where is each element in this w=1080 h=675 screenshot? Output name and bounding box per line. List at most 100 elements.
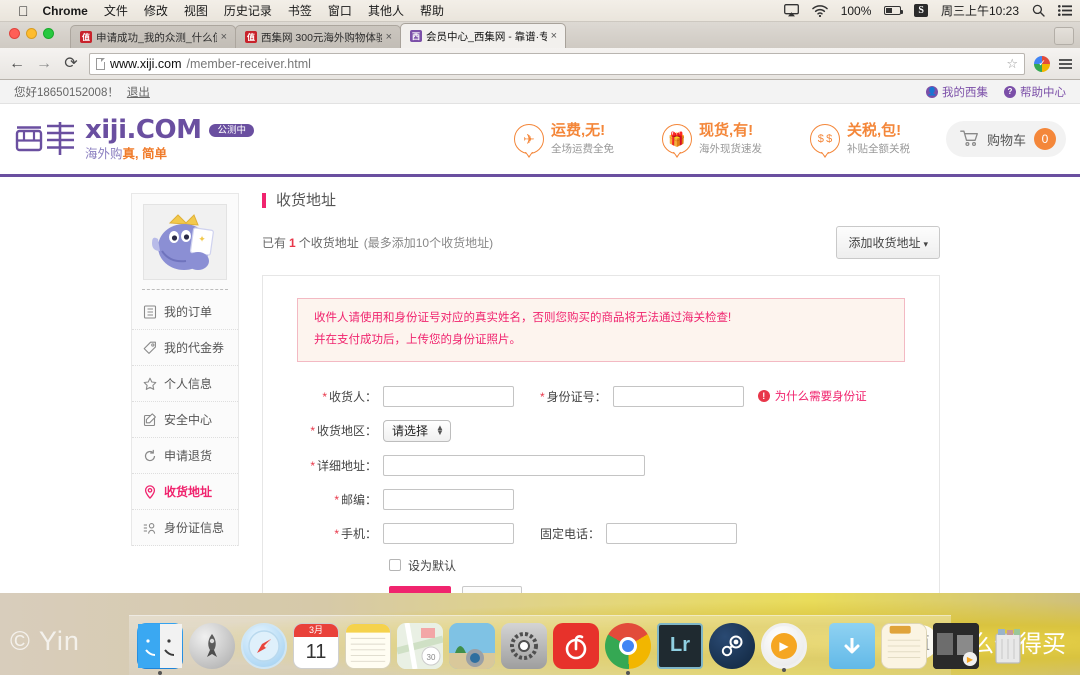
count-number: 1 bbox=[289, 235, 296, 250]
site-logo[interactable]: xiji.COM 公测中 海外购真, 简单 bbox=[14, 117, 254, 161]
menu-item-history[interactable]: 历史记录 bbox=[224, 2, 272, 19]
reload-icon[interactable]: ⟳ bbox=[62, 55, 80, 72]
count-suffix: 个收货地址 bbox=[298, 236, 359, 250]
calendar-icon[interactable]: 3月 11 bbox=[293, 622, 339, 669]
menu-item-edit[interactable]: 修改 bbox=[144, 2, 168, 19]
menu-item-help[interactable]: 帮助 bbox=[420, 2, 444, 19]
region-select[interactable]: 请选择 ▲ ▼ bbox=[383, 419, 451, 442]
mac-dock: 3月 11 30 Lr ▶ ▶ bbox=[129, 615, 1021, 675]
extension-icon[interactable] bbox=[1034, 55, 1050, 72]
bookmark-star-icon[interactable]: ☆ bbox=[1006, 56, 1018, 72]
menu-item-chrome[interactable]: Chrome bbox=[43, 4, 88, 18]
notice-line-1: 收件人请使用和身份证号对应的真实姓名，否则您购买的商品将无法通过海关检查! bbox=[314, 312, 732, 324]
window-inspector-button[interactable] bbox=[1054, 27, 1074, 45]
launchpad-icon[interactable] bbox=[189, 622, 235, 669]
set-default-row[interactable]: 设为默认 bbox=[389, 557, 905, 574]
chrome-menu-icon[interactable] bbox=[1059, 58, 1072, 69]
menu-item-file[interactable]: 文件 bbox=[104, 2, 128, 19]
lightroom-icon[interactable]: Lr bbox=[657, 622, 703, 669]
tab-title: 西集网 300元海外购物体验卡 bbox=[261, 31, 382, 44]
video-file-icon[interactable]: ▶ bbox=[933, 622, 979, 669]
shopping-cart-button[interactable]: 购物车 0 bbox=[945, 121, 1066, 157]
notification-center-icon[interactable] bbox=[1058, 5, 1072, 16]
browser-tab-1[interactable]: 值 申请成功_我的众测_什么值得 × bbox=[70, 25, 236, 48]
mobile-input[interactable] bbox=[383, 522, 514, 544]
my-xiji-link[interactable]: 👤 我的西集 bbox=[926, 84, 988, 100]
url-host: www.xiji.com bbox=[110, 56, 182, 71]
region-label-text: 收货地区： bbox=[316, 424, 377, 439]
promo-stock: 🎁 现货,有! 海外现货速发 bbox=[661, 122, 762, 158]
back-arrow-icon[interactable]: ← bbox=[8, 55, 26, 72]
menu-item-window[interactable]: 窗口 bbox=[328, 2, 352, 19]
battery-charging-icon[interactable] bbox=[884, 6, 904, 15]
page-content: ✦ 我的订单 我的代金券 个人信息 安全中心 申请退货 收货地址 身份证信息 收… bbox=[0, 177, 1080, 615]
id-label: * 身份证号： bbox=[514, 388, 613, 405]
why-id-link[interactable]: ! 为什么需要身份证 bbox=[757, 388, 867, 404]
photos-icon[interactable] bbox=[449, 622, 495, 669]
promo-subtitle: 海外现货速发 bbox=[698, 142, 762, 155]
menu-item-bookmarks[interactable]: 书签 bbox=[288, 2, 312, 19]
id-number-input[interactable] bbox=[612, 385, 744, 407]
menu-item-view[interactable]: 视图 bbox=[184, 2, 208, 19]
browser-tab-2[interactable]: 值 西集网 300元海外购物体验卡 × bbox=[235, 25, 401, 48]
promo-shipping-text: 运费,无! 全场运费全免 bbox=[551, 122, 614, 156]
receiver-input[interactable] bbox=[383, 385, 514, 407]
play-glyph: ▶ bbox=[771, 632, 797, 659]
menu-bar-clock[interactable]: 周三上午10:23 bbox=[941, 2, 1019, 19]
sidebar-item-security-center[interactable]: 安全中心 bbox=[132, 402, 238, 438]
tab-close-icon[interactable]: × bbox=[386, 31, 392, 43]
maximize-window-button[interactable] bbox=[43, 28, 54, 39]
sidebar-item-personal-info[interactable]: 个人信息 bbox=[132, 366, 238, 402]
zip-input[interactable] bbox=[383, 488, 514, 510]
apple-menu-icon[interactable]:  bbox=[18, 4, 29, 18]
system-preferences-icon[interactable] bbox=[501, 622, 547, 669]
help-center-link[interactable]: ? 帮助中心 bbox=[1004, 84, 1066, 100]
chrome-icon[interactable] bbox=[605, 622, 651, 675]
safari-icon[interactable] bbox=[241, 622, 287, 669]
tab-close-icon[interactable]: × bbox=[221, 31, 227, 43]
battery-percent-label: 100% bbox=[840, 3, 872, 18]
minimize-window-button[interactable] bbox=[26, 28, 37, 39]
promo-banners: ✈ 运费,无! 全场运费全免 🎁 现货,有! 海外现货速发 $ $ 关税,包! … bbox=[513, 122, 910, 158]
trash-icon[interactable] bbox=[985, 623, 1031, 669]
notes-icon[interactable] bbox=[345, 622, 391, 669]
address-bar[interactable]: www.xiji.com/member-receiver.html ☆ bbox=[89, 52, 1025, 75]
promo-tax-text: 关税,包! 补贴全额关税 bbox=[847, 122, 910, 156]
netease-music-icon[interactable] bbox=[553, 622, 599, 669]
chrome-center bbox=[619, 636, 637, 655]
close-window-button[interactable] bbox=[9, 28, 20, 39]
menu-item-people[interactable]: 其他人 bbox=[368, 2, 404, 19]
sidebar-item-my-orders[interactable]: 我的订单 bbox=[132, 294, 238, 330]
detail-address-input[interactable] bbox=[383, 454, 645, 476]
tab-title: 会员中心_西集网 - 靠谱·专业 bbox=[426, 30, 547, 43]
finder-icon[interactable] bbox=[137, 622, 183, 675]
add-address-button[interactable]: 添加收货地址 ▾ bbox=[836, 226, 940, 259]
steam-icon[interactable] bbox=[709, 622, 755, 669]
address-form-panel: 收件人请使用和身份证号对应的真实姓名，否则您购买的商品将无法通过海关检查! 并在… bbox=[262, 275, 940, 615]
calendar-day: 11 bbox=[305, 641, 327, 663]
maps-icon[interactable]: 30 bbox=[397, 622, 443, 669]
required-marker: * bbox=[334, 492, 339, 507]
set-default-checkbox[interactable] bbox=[389, 559, 401, 572]
forward-arrow-icon[interactable]: → bbox=[35, 55, 53, 72]
mac-menu-bar:  Chrome 文件 修改 视图 历史记录 书签 窗口 其他人 帮助 100%… bbox=[0, 0, 1080, 22]
telephone-input[interactable] bbox=[606, 522, 738, 544]
downloads-folder-icon[interactable] bbox=[829, 622, 875, 669]
wifi-icon[interactable] bbox=[811, 4, 828, 17]
tel-label: 固定电话： bbox=[540, 526, 601, 541]
sidebar-item-id-info[interactable]: 身份证信息 bbox=[132, 510, 238, 546]
sidebar-item-my-coupons[interactable]: 我的代金券 bbox=[132, 330, 238, 366]
sidebar-item-apply-return[interactable]: 申请退货 bbox=[132, 438, 238, 474]
spotlight-search-icon[interactable] bbox=[1032, 4, 1045, 17]
stickies-icon[interactable] bbox=[881, 622, 927, 669]
airplay-icon[interactable] bbox=[783, 4, 799, 17]
vlc-player-icon[interactable]: ▶ bbox=[761, 622, 807, 672]
sidebar-item-label: 个人信息 bbox=[164, 377, 213, 391]
browser-tab-3-active[interactable]: 西 会员中心_西集网 - 靠谱·专业 × bbox=[400, 23, 566, 48]
sidebar-item-label: 我的订单 bbox=[164, 305, 213, 319]
logout-link[interactable]: 退出 bbox=[127, 84, 150, 100]
sidebar-item-shipping-address[interactable]: 收货地址 bbox=[132, 474, 238, 510]
svg-text:✦: ✦ bbox=[198, 234, 206, 244]
input-method-icon[interactable]: S bbox=[914, 4, 928, 17]
tab-close-icon[interactable]: × bbox=[551, 30, 557, 42]
